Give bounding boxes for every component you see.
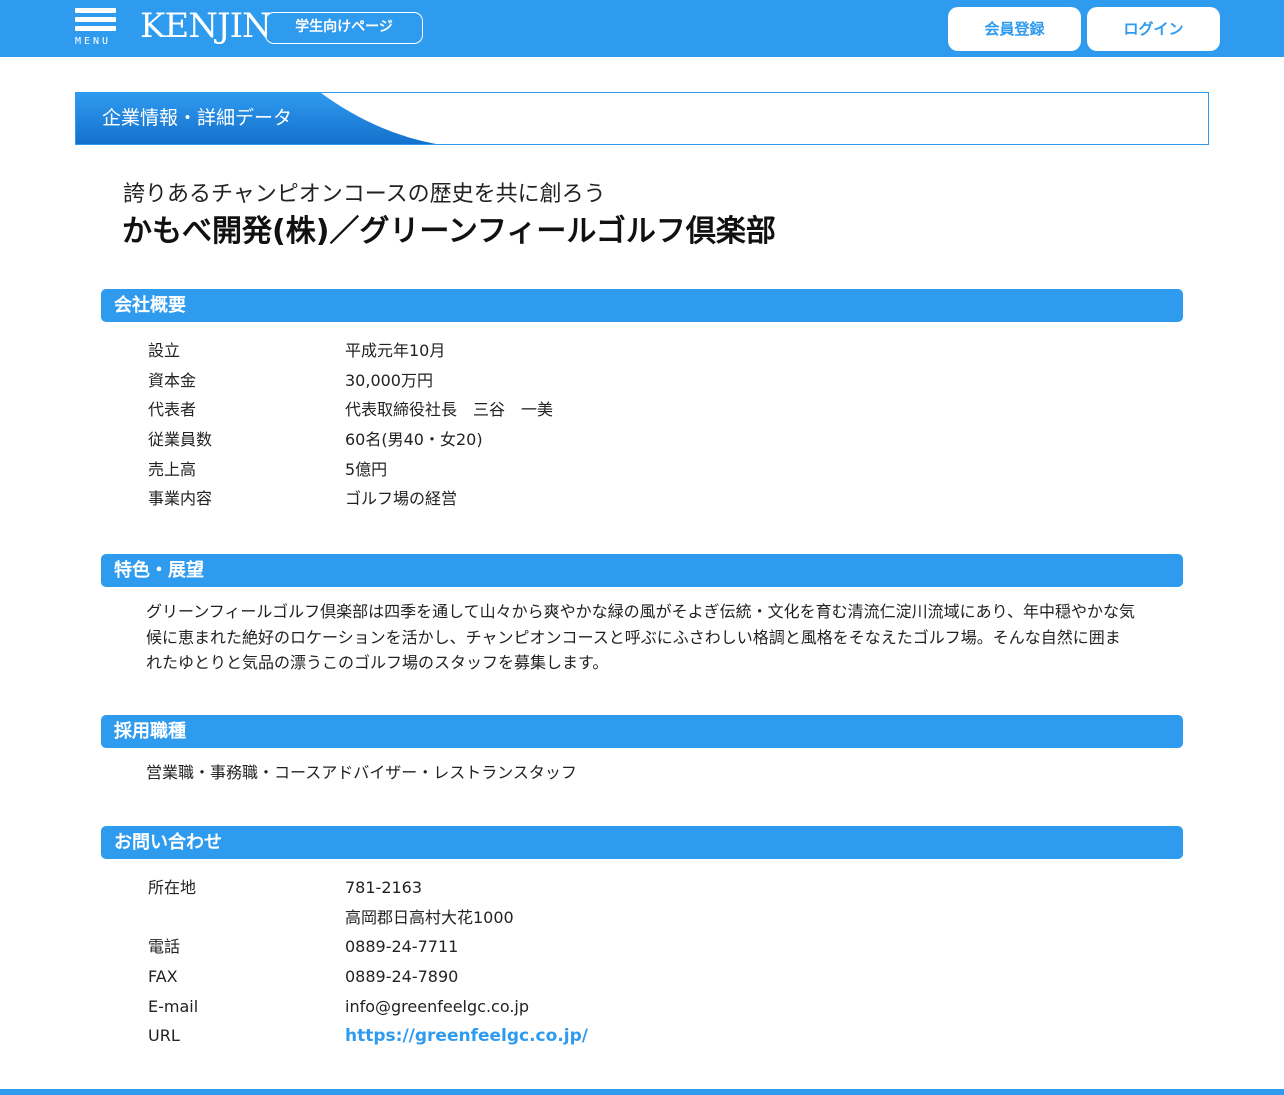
- fax-value: 0889-24-7890: [345, 967, 459, 986]
- site-logo[interactable]: KENJIN: [140, 6, 272, 46]
- overview-value: 30,000万円: [345, 371, 433, 390]
- banner-title: 企業情報・詳細データ: [102, 107, 293, 129]
- register-button[interactable]: 会員登録: [948, 7, 1081, 51]
- footer-bar: [0, 1089, 1284, 1095]
- overview-value: ゴルフ場の経営: [345, 489, 458, 508]
- overview-value: 60名(男40・女20): [345, 430, 483, 449]
- features-text: グリーンフィールゴルフ倶楽部は四季を通して山々から爽やかな緑の風がそよぎ伝統・文…: [146, 602, 1135, 672]
- company-catchphrase: 誇りあるチャンピオンコースの歴史を共に創ろう: [123, 182, 606, 207]
- overview-heading: 会社概要: [101, 289, 1183, 322]
- jobs-text: 営業職・事務職・コースアドバイザー・レストランスタッフ: [146, 763, 577, 782]
- overview-label: 売上高: [148, 460, 197, 479]
- site-header: MENU KENJIN 学生向けページ 会員登録 ログイン: [0, 0, 1284, 57]
- address-value: 高岡郡日高村大花1000: [345, 908, 514, 927]
- contact-heading: お問い合わせ: [101, 826, 1183, 859]
- section-banner: 企業情報・詳細データ: [75, 92, 1209, 145]
- login-button[interactable]: ログイン: [1087, 7, 1220, 51]
- features-heading: 特色・展望: [101, 554, 1183, 587]
- tel-value: 0889-24-7711: [345, 937, 459, 956]
- jobs-heading: 採用職種: [101, 715, 1183, 748]
- overview-label: 設立: [148, 341, 181, 360]
- overview-value: 平成元年10月: [345, 341, 446, 360]
- email-value: info@greenfeelgc.co.jp: [345, 997, 530, 1016]
- hamburger-icon-bar: [75, 17, 116, 22]
- overview-label: 事業内容: [148, 489, 213, 508]
- postal-code: 781-2163: [345, 878, 423, 897]
- url-label: URL: [148, 1026, 180, 1045]
- student-page-button[interactable]: 学生向けページ: [265, 12, 423, 44]
- company-url-link[interactable]: https://greenfeelgc.co.jp/: [345, 1026, 588, 1046]
- overview-label: 従業員数: [148, 430, 213, 449]
- overview-label: 代表者: [148, 400, 197, 419]
- hamburger-icon-bar: [75, 26, 116, 31]
- menu-button[interactable]: MENU: [75, 8, 117, 48]
- overview-value: 5億円: [345, 460, 388, 479]
- address-label: 所在地: [148, 878, 197, 897]
- company-name: かもべ開発(株)／グリーンフィールゴルフ倶楽部: [122, 214, 776, 249]
- overview-label: 資本金: [148, 371, 197, 390]
- fax-label: FAX: [148, 967, 178, 986]
- email-label: E-mail: [148, 997, 199, 1016]
- tel-label: 電話: [148, 937, 181, 956]
- hamburger-icon-bar: [75, 8, 116, 13]
- menu-label: MENU: [75, 36, 112, 47]
- overview-value: 代表取締役社長 三谷 一美: [345, 400, 554, 419]
